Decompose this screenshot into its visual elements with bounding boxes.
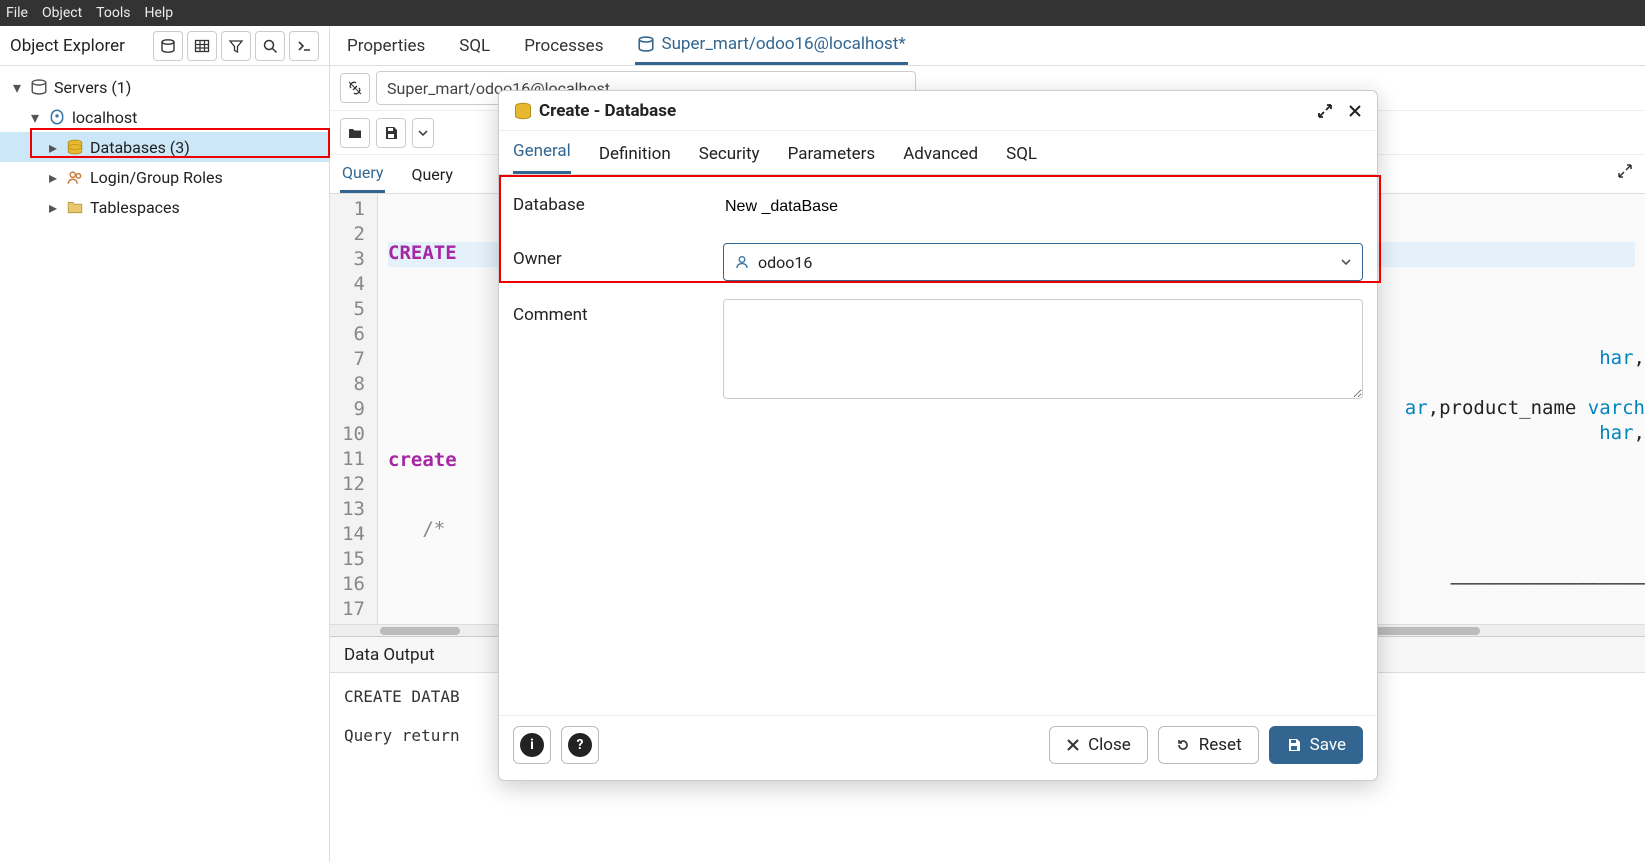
save-button[interactable] <box>376 118 406 148</box>
code-frag-7: har, <box>1599 347 1645 369</box>
reset-icon <box>1175 737 1191 753</box>
dtab-advanced[interactable]: Advanced <box>903 144 978 174</box>
tab-sql[interactable]: SQL <box>457 26 492 65</box>
tree-localhost[interactable]: ▾ localhost <box>0 102 329 132</box>
code-frag-16: ––––––––––––––––– <box>1451 572 1645 594</box>
create-database-dialog: Create - Database General Definition Sec… <box>498 90 1378 781</box>
object-explorer-title: Object Explorer <box>10 36 125 56</box>
caret-down-icon[interactable]: ▾ <box>28 108 42 127</box>
menu-tools[interactable]: Tools <box>96 5 130 21</box>
roles-icon <box>66 168 84 186</box>
form-row-comment: Comment <box>513 299 1363 403</box>
dialog-footer: i ? Close Reset Save <box>499 715 1377 780</box>
tree-login-roles[interactable]: ▸ Login/Group Roles <box>0 162 329 192</box>
label-comment: Comment <box>513 299 723 325</box>
header-row: Object Explorer Properties SQL Processes… <box>0 26 1645 66</box>
user-icon <box>734 254 750 270</box>
gutter: 123456789101112131415161718 <box>330 194 378 624</box>
owner-value: odoo16 <box>758 253 812 272</box>
scroll-thumb-left[interactable] <box>380 627 460 635</box>
close-icon <box>1066 738 1080 752</box>
menu-object[interactable]: Object <box>42 5 82 21</box>
code-line-1: CREATE <box>388 242 457 264</box>
tree-databases[interactable]: ▸ Databases (3) <box>0 132 329 162</box>
tree-servers[interactable]: ▾ Servers (1) <box>0 72 329 102</box>
form-row-database: Database <box>513 189 1363 225</box>
dialog-close-button[interactable] <box>1347 103 1363 119</box>
tab-query-tool-label: Super_mart/odoo16@localhost* <box>661 34 905 54</box>
dtab-security[interactable]: Security <box>699 144 760 174</box>
dtab-general[interactable]: General <box>513 141 571 174</box>
folder-icon <box>66 198 84 216</box>
menubar: File Object Tools Help <box>0 0 1645 26</box>
dtab-sql[interactable]: SQL <box>1006 144 1037 174</box>
tree-servers-label: Servers (1) <box>54 78 131 97</box>
owner-select[interactable]: odoo16 <box>723 243 1363 281</box>
comment-input[interactable] <box>723 299 1363 399</box>
database-name-input[interactable] <box>723 189 1363 225</box>
caret-down-icon[interactable]: ▾ <box>10 78 24 97</box>
dtab-parameters[interactable]: Parameters <box>788 144 876 174</box>
search-icon-button[interactable] <box>255 31 285 61</box>
tree-tablespaces[interactable]: ▸ Tablespaces <box>0 192 329 222</box>
dialog-body: Database Owner odoo16 Comment <box>499 175 1377 435</box>
dialog-header: Create - Database <box>499 91 1377 131</box>
unlink-icon-button[interactable] <box>340 73 370 103</box>
tab-query-tool[interactable]: Super_mart/odoo16@localhost* <box>635 26 907 65</box>
dialog-tabs: General Definition Security Parameters A… <box>499 131 1377 175</box>
filter-icon-button[interactable] <box>221 31 251 61</box>
server-icon <box>48 108 66 126</box>
menu-file[interactable]: File <box>6 5 28 21</box>
caret-right-icon[interactable]: ▸ <box>46 198 60 217</box>
menu-help[interactable]: Help <box>144 5 173 21</box>
db-icon-button[interactable] <box>153 31 183 61</box>
tree-localhost-label: localhost <box>72 108 137 127</box>
main-tabs: Properties SQL Processes Super_mart/odoo… <box>330 26 908 65</box>
label-owner: Owner <box>513 243 723 269</box>
dtab-definition[interactable]: Definition <box>599 144 671 174</box>
label-database: Database <box>513 189 723 215</box>
code-frag-10: har, <box>1599 422 1645 444</box>
close-label: Close <box>1088 735 1131 755</box>
database-icon <box>66 138 84 156</box>
tab-properties[interactable]: Properties <box>345 26 427 65</box>
chevron-down-icon <box>1340 256 1352 268</box>
sidebar-tree: ▾ Servers (1) ▾ localhost ▸ Databases (3… <box>0 66 330 862</box>
table-icon-button[interactable] <box>187 31 217 61</box>
caret-right-icon[interactable]: ▸ <box>46 138 60 157</box>
terminal-icon-button[interactable] <box>289 31 319 61</box>
dialog-title: Create - Database <box>539 101 676 121</box>
object-explorer-title-bar: Object Explorer <box>0 26 330 65</box>
info-button[interactable]: i <box>513 726 551 764</box>
tab-query-history[interactable]: Query <box>409 155 454 193</box>
tab-query[interactable]: Query <box>340 155 385 193</box>
save-dialog-button[interactable]: Save <box>1269 726 1363 764</box>
expand-icon[interactable] <box>1617 163 1633 179</box>
tree-login-roles-label: Login/Group Roles <box>90 168 223 187</box>
caret-right-icon[interactable]: ▸ <box>46 168 60 187</box>
help-button[interactable]: ? <box>561 726 599 764</box>
database-icon <box>513 101 533 121</box>
save-label: Save <box>1310 735 1346 755</box>
save-dropdown-button[interactable] <box>412 118 434 148</box>
code-line-4: create <box>388 449 457 471</box>
code-frag-9: ar,product_name varch <box>1405 397 1645 419</box>
tab-processes[interactable]: Processes <box>522 26 605 65</box>
dialog-maximize-button[interactable] <box>1317 103 1333 119</box>
open-file-button[interactable] <box>340 118 370 148</box>
reset-label: Reset <box>1199 735 1242 755</box>
reset-button[interactable]: Reset <box>1158 726 1259 764</box>
tree-databases-label: Databases (3) <box>90 138 190 157</box>
close-button[interactable]: Close <box>1049 726 1148 764</box>
form-row-owner: Owner odoo16 <box>513 243 1363 281</box>
tree-tablespaces-label: Tablespaces <box>90 198 180 217</box>
code-line-5: /* <box>388 518 445 540</box>
server-group-icon <box>30 78 48 96</box>
save-icon <box>1286 737 1302 753</box>
